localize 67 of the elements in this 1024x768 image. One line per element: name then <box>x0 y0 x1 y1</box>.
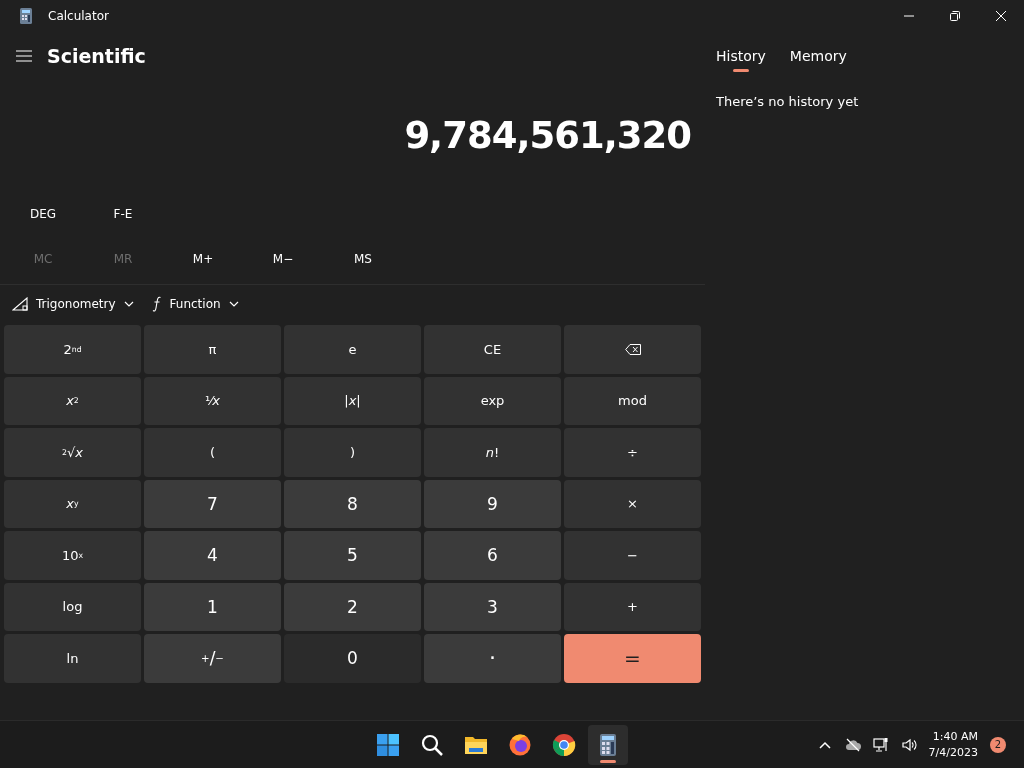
calculator-key[interactable]: ¹⁄x <box>144 376 281 425</box>
calculator-key[interactable]: 9 <box>424 479 561 528</box>
calculator-key[interactable]: . <box>424 634 561 683</box>
calculator-key[interactable]: 2 <box>284 582 421 631</box>
calculator-key[interactable]: 1 <box>144 582 281 631</box>
calculator-key[interactable]: x$^{2}$ <box>4 376 141 425</box>
calculator-key[interactable]: + <box>564 582 701 631</box>
window-title: Calculator <box>48 9 109 23</box>
calculator-key[interactable]: x$^{y}$ <box>4 479 141 528</box>
calculator-key[interactable]: ) <box>284 428 421 477</box>
calculator-key[interactable]: 8 <box>284 479 421 528</box>
restore-icon <box>950 11 960 21</box>
search-icon <box>420 732 445 757</box>
notification-badge[interactable]: 2 <box>990 736 1006 753</box>
calculator-key[interactable]: |x| <box>284 376 421 425</box>
calculator-key[interactable]: CE <box>424 325 561 374</box>
function-icon <box>151 296 162 312</box>
mode-title: Scientific <box>47 45 146 67</box>
backspace-icon <box>624 343 641 355</box>
chevron-down-icon <box>123 301 134 307</box>
taskbar-button[interactable] <box>588 724 629 765</box>
calculator-key[interactable]: exp <box>424 376 561 425</box>
active-app-indicator <box>600 759 617 763</box>
panel-tab[interactable]: History <box>716 44 766 74</box>
calculator-key[interactable]: 0 <box>284 634 421 683</box>
memory-button[interactable]: M− <box>243 246 323 272</box>
calculator-key[interactable]: π <box>144 325 281 374</box>
calculator-key[interactable]: 4 <box>144 531 281 580</box>
calculator-key[interactable]: 5 <box>284 531 421 580</box>
calculator-key[interactable]: − <box>564 531 701 580</box>
calculator-key[interactable]: 6 <box>424 531 561 580</box>
fox-globe-icon <box>508 732 533 757</box>
memory-button[interactable]: M+ <box>163 246 243 272</box>
calculator-icon <box>20 8 32 24</box>
result-display: 9,784,561,320 <box>404 113 691 157</box>
calculator-key[interactable]: 10$^{x}$ <box>4 531 141 580</box>
calculator-key[interactable]: n! <box>424 428 561 477</box>
windows-logo-icon <box>376 732 401 757</box>
calculator-key[interactable]: ( <box>144 428 281 477</box>
triangle-icon <box>12 297 28 311</box>
calculator-key[interactable]: = <box>564 634 701 683</box>
dropdown-button[interactable]: Trigonometry <box>12 293 134 315</box>
clock-date[interactable]: 7/4/2023 <box>928 744 978 761</box>
calculator-key[interactable]: $^{2}$√x <box>4 428 141 477</box>
chevron-down-icon <box>228 301 239 307</box>
cloud-off-icon[interactable] <box>844 736 861 753</box>
panel-tab[interactable]: Memory <box>789 44 847 74</box>
mode-button[interactable]: F-E <box>83 201 163 227</box>
clock-time[interactable]: 1:40 AM <box>932 728 978 745</box>
round-browser-icon <box>552 732 577 757</box>
dropdown-button[interactable]: Function <box>151 292 239 316</box>
close-icon <box>996 11 1006 21</box>
calculator-key[interactable]: mod <box>564 376 701 425</box>
calculator-key[interactable]: 2$^{nd}$ <box>4 325 141 374</box>
calculator-key[interactable]: ln <box>4 634 141 683</box>
network-icon[interactable] <box>872 736 889 753</box>
mode-button[interactable]: DEG <box>3 201 83 227</box>
calculator-key[interactable]: ÷ <box>564 428 701 477</box>
memory-button[interactable]: MS <box>323 246 403 272</box>
calculator-key[interactable]: 7 <box>144 479 281 528</box>
empty-history-message: There’s no history yet <box>716 94 860 109</box>
speaker-icon[interactable] <box>900 736 917 753</box>
calculator-key[interactable]: × <box>564 479 701 528</box>
calculator-key[interactable]: 3 <box>424 582 561 631</box>
calculator-key[interactable]: log <box>4 582 141 631</box>
menu-icon[interactable] <box>16 50 32 62</box>
calculator-key[interactable]: e <box>284 325 421 374</box>
